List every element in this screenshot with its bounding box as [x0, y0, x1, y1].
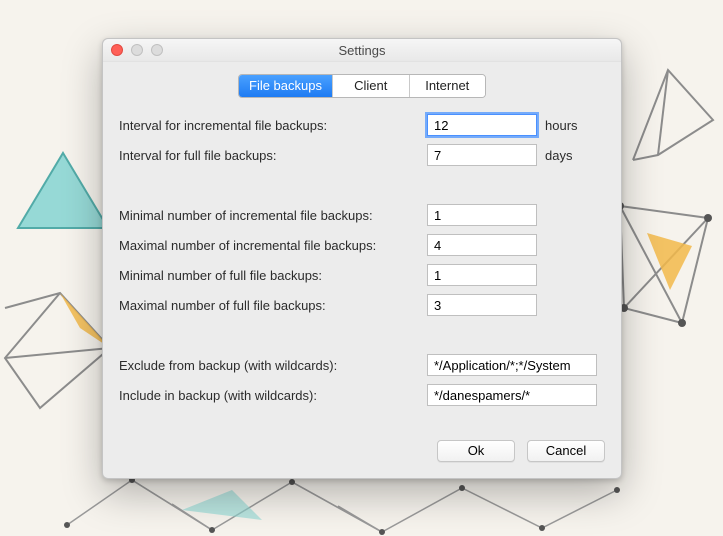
row-min-incremental: Minimal number of incremental file backu… [119, 202, 605, 228]
tab-bar: File backups Client Internet [238, 74, 486, 98]
settings-window: Settings File backups Client Internet In… [102, 38, 622, 479]
input-exclude[interactable] [427, 354, 597, 376]
dialog-buttons: Ok Cancel [103, 426, 621, 478]
input-full-interval[interactable] [427, 144, 537, 166]
unit-full-interval: days [545, 148, 595, 163]
input-max-full[interactable] [427, 294, 537, 316]
unit-incremental-interval: hours [545, 118, 595, 133]
content-pane: File backups Client Internet Interval fo… [103, 62, 621, 426]
label-include: Include in backup (with wildcards): [119, 388, 419, 403]
tab-file-backups[interactable]: File backups [239, 75, 332, 97]
label-min-full: Minimal number of full file backups: [119, 268, 419, 283]
row-min-full: Minimal number of full file backups: [119, 262, 605, 288]
label-max-incremental: Maximal number of incremental file backu… [119, 238, 419, 253]
ok-button[interactable]: Ok [437, 440, 515, 462]
label-max-full: Maximal number of full file backups: [119, 298, 419, 313]
input-min-incremental[interactable] [427, 204, 537, 226]
input-incremental-interval[interactable] [427, 114, 537, 136]
label-incremental-interval: Interval for incremental file backups: [119, 118, 419, 133]
row-max-full: Maximal number of full file backups: [119, 292, 605, 318]
label-full-interval: Interval for full file backups: [119, 148, 419, 163]
tab-client[interactable]: Client [332, 75, 409, 97]
input-max-incremental[interactable] [427, 234, 537, 256]
label-min-incremental: Minimal number of incremental file backu… [119, 208, 419, 223]
window-title: Settings [103, 43, 621, 58]
row-exclude: Exclude from backup (with wildcards): [119, 352, 605, 378]
row-full-interval: Interval for full file backups: days [119, 142, 605, 168]
row-incremental-interval: Interval for incremental file backups: h… [119, 112, 605, 138]
tab-internet[interactable]: Internet [409, 75, 486, 97]
row-include: Include in backup (with wildcards): [119, 382, 605, 408]
row-max-incremental: Maximal number of incremental file backu… [119, 232, 605, 258]
cancel-button[interactable]: Cancel [527, 440, 605, 462]
input-include[interactable] [427, 384, 597, 406]
input-min-full[interactable] [427, 264, 537, 286]
label-exclude: Exclude from backup (with wildcards): [119, 358, 419, 373]
titlebar: Settings [103, 39, 621, 62]
